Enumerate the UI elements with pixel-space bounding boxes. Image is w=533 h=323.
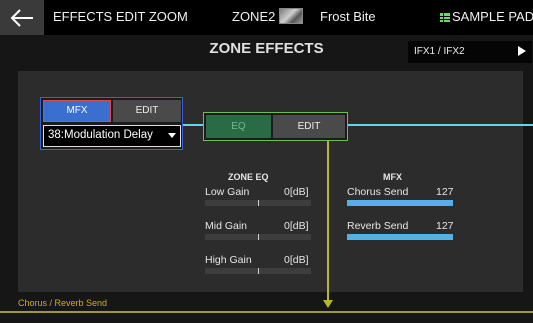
send-param-value: 127 xyxy=(436,220,454,232)
mfx-type-value: 38:Modulation Delay xyxy=(48,129,153,141)
chorus-send-slider[interactable] xyxy=(347,200,453,206)
signal-line xyxy=(183,124,203,126)
mid-gain-slider[interactable] xyxy=(205,234,311,240)
mfx-edit-button[interactable]: EDIT xyxy=(113,100,181,122)
patch-name[interactable]: Frost Bite xyxy=(320,9,376,24)
chorus-reverb-send-label: Chorus / Reverb Send xyxy=(18,298,108,308)
high-gain-slider[interactable] xyxy=(205,268,311,274)
eq-param-label: High Gain xyxy=(205,254,252,266)
send-param-label: Chorus Send xyxy=(347,186,409,198)
mfx-toggle-button[interactable]: MFX xyxy=(43,100,111,122)
send-param-value: 127 xyxy=(436,186,454,198)
eq-param-value: 0[dB] xyxy=(284,220,309,232)
ifx-label: IFX1 / IFX2 xyxy=(414,46,465,57)
signal-line xyxy=(348,124,533,126)
chorus-send-fill xyxy=(347,200,453,206)
zone-label: ZONE2 xyxy=(232,9,276,24)
eq-param-label: Mid Gain xyxy=(205,220,248,232)
eq-param-label: Low Gain xyxy=(205,186,250,198)
zone-eq-heading: ZONE EQ xyxy=(228,172,269,182)
send-param-label: Reverb Send xyxy=(347,220,409,232)
back-button[interactable] xyxy=(0,0,44,35)
down-arrow-icon xyxy=(323,300,333,308)
sample-pad-label: SAMPLE PAD xyxy=(452,9,533,24)
reverb-send-slider[interactable] xyxy=(347,234,453,240)
chorus-reverb-bus-line xyxy=(0,311,533,313)
send-line xyxy=(327,141,329,304)
mode-title: EFFECTS EDIT ZOOM xyxy=(53,9,188,24)
play-arrow-icon xyxy=(518,46,526,56)
low-gain-slider[interactable] xyxy=(205,200,311,206)
mfx-sends-heading: MFX xyxy=(383,172,402,182)
eq-edit-button[interactable]: EDIT xyxy=(273,115,345,138)
grid-icon xyxy=(440,13,450,22)
ifx-navigation-button[interactable]: IFX1 / IFX2 xyxy=(408,41,532,63)
slider-marker xyxy=(258,234,259,240)
slider-marker xyxy=(258,268,259,274)
patch-thumbnail xyxy=(279,8,303,24)
dropdown-caret-icon xyxy=(168,133,176,138)
eq-param-value: 0[dB] xyxy=(284,254,309,266)
eq-toggle-button[interactable]: EQ xyxy=(206,115,271,138)
reverb-send-fill xyxy=(347,234,453,240)
eq-param-value: 0[dB] xyxy=(284,186,309,198)
slider-marker xyxy=(258,200,259,206)
sample-pad-button[interactable]: SAMPLE PAD xyxy=(440,9,533,24)
mfx-type-select[interactable]: 38:Modulation Delay xyxy=(43,125,181,147)
back-arrow-icon xyxy=(10,8,33,27)
